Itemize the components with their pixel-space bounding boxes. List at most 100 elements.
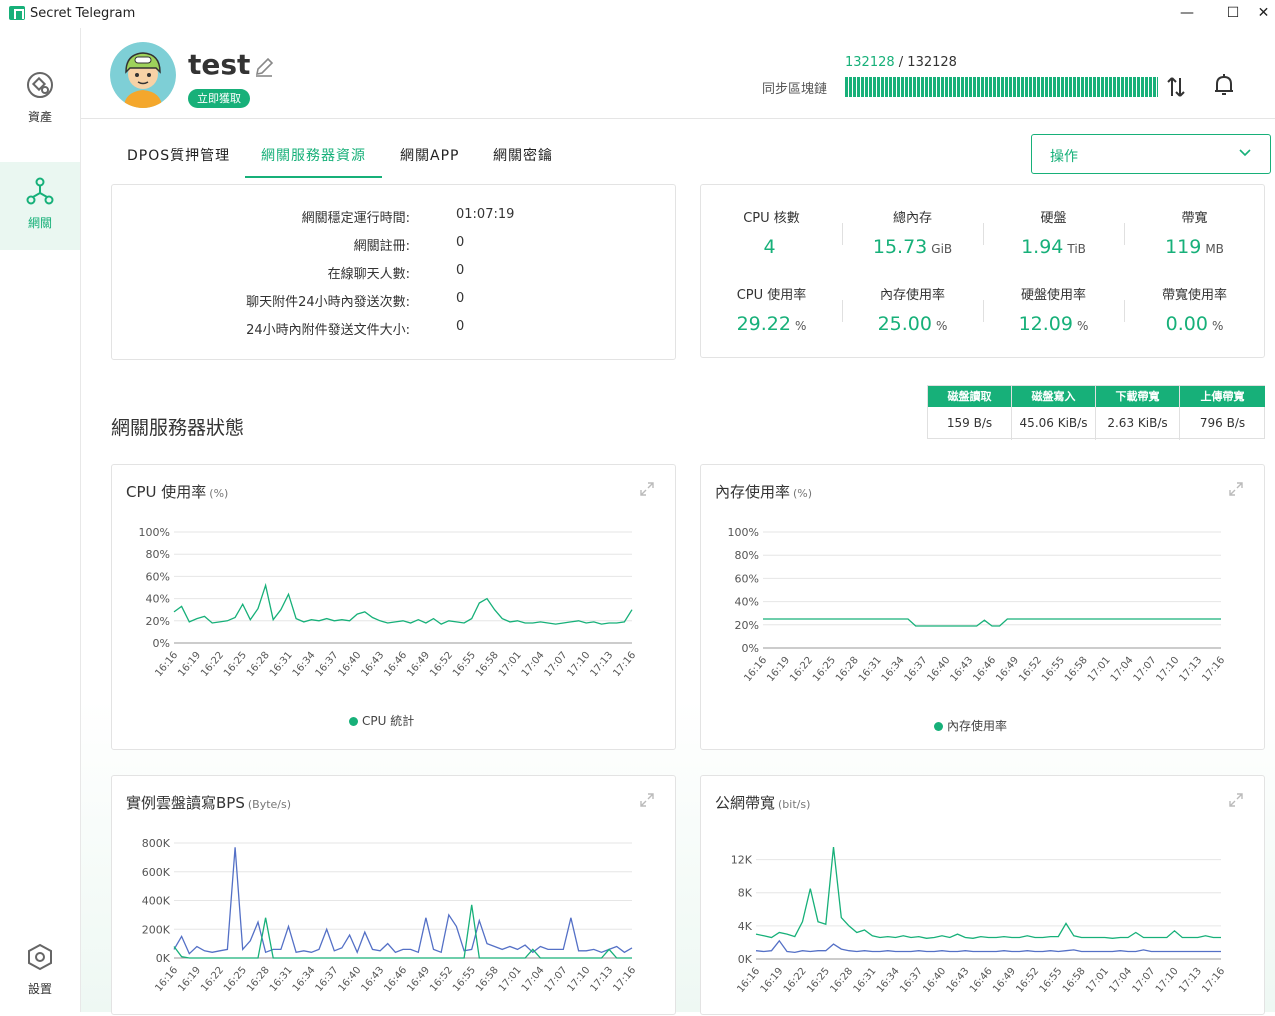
disk-bps-line-chart: 0K200K400K600K800K16:1616:1916:2216:2516… — [142, 837, 639, 994]
info-row: 24小時內附件發送文件大小: 0 — [112, 319, 672, 339]
x-tick-label: 16:55 — [1038, 966, 1065, 995]
tab-gateway-key[interactable]: 網關密鑰 — [477, 140, 569, 178]
x-tick-label: 17:16 — [611, 965, 638, 994]
spec-bandwidth: 帶寬 119 MB — [1124, 207, 1265, 258]
io-value: 45.06 KiB/s — [1019, 416, 1088, 430]
x-tick-label: 16:31 — [852, 966, 879, 995]
y-tick-label: 20% — [146, 615, 170, 628]
info-row: 聊天附件24小時內發送次數: 0 — [112, 291, 672, 311]
swap-icon[interactable] — [1163, 74, 1189, 100]
spec-value: 29.22 — [736, 313, 791, 335]
y-tick-label: 200K — [142, 923, 171, 936]
x-tick-label: 16:16 — [735, 966, 762, 995]
x-tick-label: 16:19 — [176, 965, 203, 994]
sidebar-item-gateway[interactable]: 網關 — [0, 162, 80, 250]
info-value: 0 — [456, 291, 465, 306]
x-tick-label: 16:37 — [903, 655, 930, 684]
x-tick-label: 16:22 — [788, 655, 815, 684]
x-tick-label: 16:28 — [828, 966, 855, 995]
close-button[interactable]: ✕ — [1252, 2, 1275, 26]
gateway-info-card: 網關穩定運行時間: 01:07:19 網關註冊: 0 在線聊天人數: 0 聊天附… — [111, 184, 676, 360]
chart-legend: 內存使用率 — [934, 717, 1007, 734]
avatar[interactable] — [110, 42, 176, 108]
x-tick-label: 16:49 — [405, 965, 432, 994]
divider — [842, 300, 843, 322]
y-tick-label: 600K — [142, 866, 171, 879]
tab-dpos[interactable]: DPOS質押管理 — [111, 140, 246, 178]
x-tick-label: 17:16 — [1200, 655, 1227, 684]
x-tick-label: 16:31 — [857, 655, 884, 684]
sync-label: 同步區塊鏈 — [762, 82, 828, 97]
sidebar-item-settings[interactable]: 設置 — [0, 928, 80, 1016]
x-tick-label: 16:52 — [1017, 655, 1044, 684]
x-tick-label: 16:22 — [782, 966, 809, 995]
x-tick-label: 16:37 — [314, 650, 341, 679]
legend-label: CPU 統計 — [362, 714, 415, 728]
spec-label: 總內存 — [892, 211, 932, 226]
tab-gateway-app[interactable]: 網關APP — [384, 140, 475, 178]
minimize-button[interactable]: — — [1164, 2, 1210, 26]
io-header: 上傳帶寬 — [1180, 386, 1265, 407]
x-tick-label: 17:07 — [543, 965, 570, 994]
claim-button[interactable]: 立即獲取 — [188, 89, 250, 108]
avatar-image — [110, 42, 176, 108]
y-tick-label: 8K — [738, 887, 753, 900]
chart-legend: CPU 統計 — [349, 712, 414, 729]
spec-value: 1.94 — [1021, 236, 1064, 258]
y-tick-label: 100% — [139, 526, 170, 539]
x-tick-label: 16:55 — [1040, 655, 1067, 684]
info-key: 聊天附件24小時內發送次數: — [246, 295, 410, 310]
info-row: 網關穩定運行時間: 01:07:19 — [112, 207, 672, 227]
x-tick-label: 17:10 — [1154, 966, 1181, 995]
info-value: 0 — [456, 235, 465, 250]
y-tick-label: 60% — [735, 572, 759, 585]
y-tick-label: 800K — [142, 837, 171, 850]
sidebar: 資產 網關 設置 — [0, 28, 81, 1012]
settings-icon — [28, 943, 52, 971]
x-tick-label: 16:43 — [359, 965, 386, 994]
y-tick-label: 0K — [156, 952, 171, 965]
y-tick-label: 60% — [146, 570, 170, 583]
sync-total: 132128 — [907, 55, 957, 70]
divider — [842, 223, 843, 245]
spec-cpu-cores: CPU 核數 4 — [701, 207, 842, 258]
info-key: 網關穩定運行時間: — [301, 211, 410, 226]
info-value: 01:07:19 — [456, 207, 515, 222]
x-tick-label: 17:13 — [1177, 655, 1204, 684]
memory-line-chart: 0%20%40%60%80%100%16:1616:1916:2216:2516… — [728, 526, 1228, 684]
spec-value: 119 — [1165, 236, 1202, 258]
y-tick-label: 20% — [735, 619, 759, 632]
x-tick-label: 16:43 — [945, 966, 972, 995]
io-cell: 上傳帶寬 796 B/s — [1180, 386, 1265, 440]
bell-icon[interactable] — [1211, 72, 1237, 98]
x-tick-label: 16:28 — [834, 655, 861, 684]
x-tick-label: 16:16 — [153, 650, 180, 679]
spec-cpu-usage: CPU 使用率 29.22% — [701, 284, 842, 335]
maximize-button[interactable]: ☐ — [1210, 2, 1256, 26]
info-row: 在線聊天人數: 0 — [112, 263, 672, 283]
x-tick-label: 16:34 — [291, 965, 318, 994]
info-key: 在線聊天人數: — [327, 267, 410, 282]
x-tick-label: 16:49 — [991, 966, 1018, 995]
x-tick-label: 16:25 — [222, 965, 249, 994]
x-tick-label: 16:40 — [921, 966, 948, 995]
io-value: 2.63 KiB/s — [1107, 416, 1168, 430]
username: test — [188, 48, 251, 81]
io-stats-table: 磁盤讀取 159 B/s 磁盤寫入 45.06 KiB/s 下載帶寬 2.63 … — [927, 385, 1265, 440]
x-tick-label: 16:22 — [199, 650, 226, 679]
legend-label: 內存使用率 — [947, 719, 1008, 733]
x-tick-label: 17:01 — [497, 650, 524, 679]
x-tick-label: 16:46 — [971, 655, 998, 684]
x-tick-label: 16:40 — [337, 650, 364, 679]
header: test 立即獲取 132128 / 132128 同步區塊鏈 — [81, 28, 1275, 119]
x-tick-label: 17:16 — [1200, 966, 1227, 995]
tab-server-resources[interactable]: 網關服務器資源 — [245, 140, 382, 178]
spec-bandwidth-usage: 帶寬使用率 0.00% — [1124, 284, 1265, 335]
memory-chart-card: 內存使用率 (%) 0% 20% 40% 60% 80% 100% 16:16 16:19 16:… — [700, 464, 1265, 750]
sidebar-item-assets[interactable]: 資產 — [0, 56, 80, 144]
operation-select[interactable]: 操作 — [1031, 134, 1271, 174]
edit-icon[interactable] — [253, 56, 275, 78]
x-tick-label: 17:07 — [543, 650, 570, 679]
io-cell: 磁盤寫入 45.06 KiB/s — [1012, 386, 1096, 440]
y-tick-label: 40% — [146, 593, 170, 606]
